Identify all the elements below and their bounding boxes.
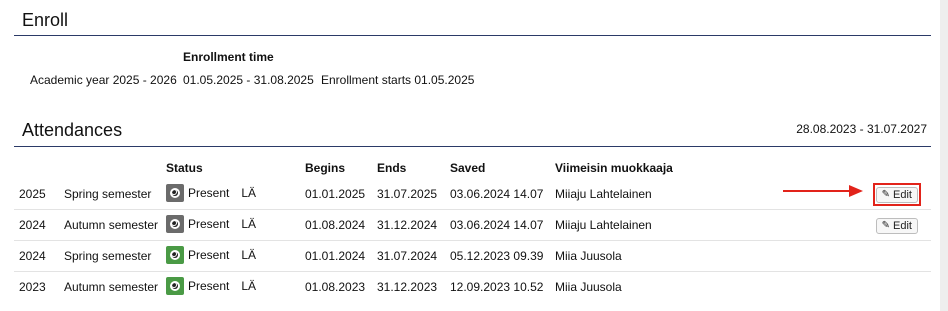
row-ends: 31.12.2023 xyxy=(377,280,438,294)
enrollment-period: 01.05.2025 - 31.08.2025 xyxy=(183,73,314,87)
annotation-arrow-icon xyxy=(783,185,863,197)
pencil-icon: ✎ xyxy=(881,188,891,200)
enroll-divider xyxy=(14,35,931,36)
table-row: 2023 Autumn semester Present LÄ 01.08.20… xyxy=(14,272,931,303)
attendances-title: Attendances xyxy=(22,120,123,140)
status-code: LÄ xyxy=(241,247,257,262)
table-header-row: Status Begins Ends Saved Viimeisin muokk… xyxy=(14,157,931,179)
academic-year-label: Academic year 2025 - 2026 xyxy=(30,73,177,87)
ends-header: Ends xyxy=(377,161,407,175)
present-status-icon xyxy=(166,276,184,295)
status-code: LÄ xyxy=(241,185,257,200)
row-year: 2024 xyxy=(19,249,46,263)
edit-label: Edit xyxy=(893,188,912,201)
row-semester: Autumn semester xyxy=(64,280,159,294)
modifier-header: Viimeisin muokkaaja xyxy=(555,161,673,175)
edit-button[interactable]: ✎ Edit xyxy=(875,217,918,234)
status-cell: Present LÄ xyxy=(166,245,257,264)
row-ends: 31.12.2024 xyxy=(377,218,438,232)
row-ends: 31.07.2025 xyxy=(377,187,438,201)
edit-highlight-box: ✎ Edit xyxy=(872,182,921,206)
edit-label: Edit xyxy=(893,219,912,232)
enrollment-starts: Enrollment starts 01.05.2025 xyxy=(321,73,475,87)
attendances-divider xyxy=(14,146,931,147)
status-cell: Present LÄ xyxy=(166,183,257,202)
status-label: Present xyxy=(188,185,230,200)
row-year: 2023 xyxy=(19,280,46,294)
status-header: Status xyxy=(166,161,203,175)
row-semester: Spring semester xyxy=(64,249,152,263)
begins-header: Begins xyxy=(305,161,346,175)
row-modifier: Miia Juusola xyxy=(555,249,622,263)
edit-button[interactable]: ✎ Edit xyxy=(875,186,918,203)
row-saved: 03.06.2024 14.07 xyxy=(450,218,544,232)
row-modifier: Miia Juusola xyxy=(555,280,622,294)
row-begins: 01.08.2024 xyxy=(305,218,366,232)
pencil-icon: ✎ xyxy=(881,219,891,231)
row-year: 2025 xyxy=(19,187,46,201)
table-row: 2024 Spring semester Present LÄ 01.01.20… xyxy=(14,241,931,272)
present-status-icon xyxy=(166,183,184,202)
present-status-icon xyxy=(166,245,184,264)
row-saved: 03.06.2024 14.07 xyxy=(450,187,544,201)
row-begins: 01.01.2024 xyxy=(305,249,366,263)
status-code: LÄ xyxy=(241,216,257,231)
row-ends: 31.07.2024 xyxy=(377,249,438,263)
row-year: 2024 xyxy=(19,218,46,232)
attendances-table: Status Begins Ends Saved Viimeisin muokk… xyxy=(14,157,931,302)
row-semester: Autumn semester xyxy=(64,218,159,232)
enroll-title: Enroll xyxy=(22,10,69,30)
attendances-date-range: 28.08.2023 - 31.07.2027 xyxy=(796,122,927,136)
present-status-icon xyxy=(166,214,184,233)
status-code: LÄ xyxy=(241,278,257,293)
row-saved: 12.09.2023 10.52 xyxy=(450,280,544,294)
row-begins: 01.01.2025 xyxy=(305,187,366,201)
status-label: Present xyxy=(188,247,230,262)
saved-header: Saved xyxy=(450,161,486,175)
row-saved: 05.12.2023 09.39 xyxy=(450,249,544,263)
status-cell: Present LÄ xyxy=(166,214,257,233)
row-begins: 01.08.2023 xyxy=(305,280,366,294)
enrollment-time-header: Enrollment time xyxy=(183,50,274,64)
scrollbar-track[interactable] xyxy=(940,0,948,311)
row-semester: Spring semester xyxy=(64,187,152,201)
table-row: 2024 Autumn semester Present LÄ 01.08.20… xyxy=(14,210,931,241)
status-cell: Present LÄ xyxy=(166,276,257,295)
row-modifier: Miiaju Lahtelainen xyxy=(555,187,652,201)
status-label: Present xyxy=(188,216,230,231)
status-label: Present xyxy=(188,278,230,293)
row-modifier: Miiaju Lahtelainen xyxy=(555,218,652,232)
